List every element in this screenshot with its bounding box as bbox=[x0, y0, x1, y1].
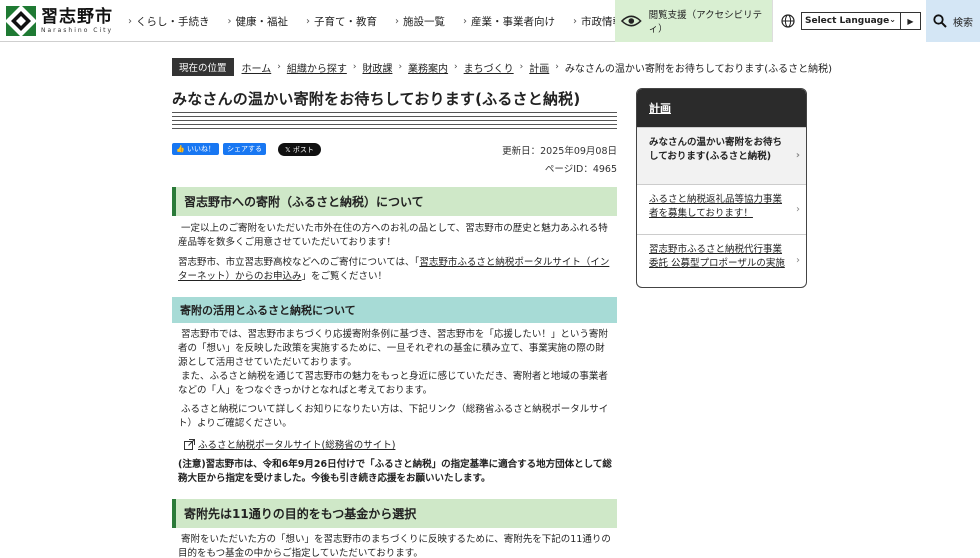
thumbs-up-icon: 👍 bbox=[176, 145, 185, 153]
side-navigation: 計画 みなさんの温かい寄附をお待ちしております(ふるさと納税) › ふるさと納税… bbox=[636, 88, 807, 288]
x-logo-icon: 𝕏 bbox=[284, 145, 291, 154]
paragraph-usage: 習志野市では、習志野市まちづくり応援寄附条例に基づき、習志野市を「応援したい！」… bbox=[178, 329, 608, 368]
side-nav-item-proposal[interactable]: 習志野市ふるさと納税代行事業委託 公募型プロポーザルの実施 › bbox=[637, 234, 806, 287]
external-link-icon bbox=[184, 438, 195, 450]
paragraph-details: ふるさと納税について詳しくお知りになりたい方は、下記リンク（総務省ふるさと納税ポ… bbox=[178, 404, 609, 429]
section-heading-donation: 習志野市への寄附（ふるさと納税）について bbox=[172, 187, 617, 216]
nav-education[interactable]: › 子育て・教育 bbox=[306, 14, 377, 29]
chevron-right-icon: › bbox=[128, 15, 132, 27]
chevron-right-icon: › bbox=[796, 203, 800, 215]
breadcrumb-town[interactable]: まちづくり bbox=[464, 60, 514, 75]
chevron-right-icon: › bbox=[306, 15, 310, 27]
logo-subtext: Narashino City bbox=[41, 26, 114, 34]
page-id: ページID：4965 bbox=[544, 164, 617, 175]
x-post-button[interactable]: 𝕏 ポスト bbox=[277, 143, 321, 156]
search-label: 検索 bbox=[953, 17, 973, 29]
language-select[interactable]: Select Language ⌄ bbox=[801, 12, 901, 30]
notice-paragraph: (注意)習志野市は、令和6年9月26日付けで「ふるさと納税」の指定基準に適合する… bbox=[178, 459, 612, 484]
social-buttons: 👍 いいね！ シェアする 𝕏 ポスト bbox=[172, 143, 321, 156]
breadcrumb-finance[interactable]: 財政課 bbox=[362, 60, 392, 75]
updated-date: 更新日：2025年09月08日 bbox=[502, 146, 617, 157]
chevron-right-icon: › bbox=[573, 15, 577, 27]
chevron-right-icon: › bbox=[519, 62, 524, 72]
chevron-right-icon: › bbox=[795, 150, 800, 161]
nav-health[interactable]: › 健康・福祉 bbox=[228, 14, 289, 29]
chevron-right-icon: › bbox=[398, 62, 403, 72]
nav-life[interactable]: › くらし・手続き bbox=[128, 14, 210, 29]
chevron-right-icon: › bbox=[454, 62, 458, 72]
breadcrumb-organization[interactable]: 組織から探す bbox=[287, 60, 347, 75]
chevron-right-icon: › bbox=[463, 15, 467, 27]
paragraph-connect: また、ふるさと納税を通じて習志野市の魅力をもっと身近に感じていただき、寄附者と地… bbox=[178, 371, 608, 396]
city-emblem-icon bbox=[6, 6, 36, 36]
chevron-right-icon: › bbox=[395, 15, 399, 27]
paragraph-portal: 習志野市、市立習志野高校などへのご寄付については、「習志野市ふるさと納税ポータル… bbox=[178, 257, 610, 282]
breadcrumb-current: みなさんの温かい寄附をお待ちしております(ふるさと納税) bbox=[564, 63, 833, 75]
paragraph-gifts: 一定以上のご寄附をいただいた市外在住の方へのお礼の品として、習志野市の歴史と魅力… bbox=[178, 223, 608, 248]
accessibility-label: 閲覧支援（アクセシビリティ） bbox=[648, 10, 763, 35]
breadcrumb-business[interactable]: 業務案内 bbox=[408, 60, 448, 75]
section-heading-usage: 寄附の活用とふるさと納税について bbox=[172, 297, 617, 323]
search-icon bbox=[933, 14, 947, 28]
language-go-button[interactable]: ▶ bbox=[901, 12, 921, 30]
global-nav: › くらし・手続き › 健康・福祉 › 子育て・教育 › 施設一覧 › 産業・事業者向け … bbox=[128, 0, 641, 42]
chevron-down-icon: ⌄ bbox=[889, 15, 896, 24]
chevron-right-icon: › bbox=[352, 62, 357, 72]
chevron-right-icon: › bbox=[555, 62, 559, 72]
page-meta: 更新日：2025年09月08日 ページID：4965 bbox=[502, 143, 617, 179]
external-link-row: ふるさと納税ポータルサイト(総務省のサイト) bbox=[184, 437, 395, 451]
section-heading-funds: 寄附先は11通りの目的をもつ基金から選択 bbox=[172, 499, 617, 528]
logo-text: 習志野市 bbox=[41, 6, 113, 27]
globe-icon bbox=[781, 14, 795, 28]
search-button[interactable]: 検索 bbox=[926, 0, 980, 42]
nav-business[interactable]: › 産業・事業者向け bbox=[463, 14, 555, 29]
side-nav-heading[interactable]: 計画 bbox=[637, 89, 806, 127]
site-logo[interactable]: 習志野市 Narashino City bbox=[6, 5, 113, 37]
facebook-share-button[interactable]: シェアする bbox=[222, 143, 266, 155]
side-nav-item-furusato[interactable]: みなさんの温かい寄附をお待ちしております(ふるさと納税) › bbox=[637, 127, 806, 184]
play-icon: ▶ bbox=[907, 16, 914, 26]
title-underline bbox=[172, 112, 617, 130]
chevron-right-icon: › bbox=[796, 255, 800, 266]
breadcrumb-plan[interactable]: 計画 bbox=[529, 60, 549, 75]
language-selector: Select Language ⌄ ▶ bbox=[772, 0, 926, 42]
site-header: 習志野市 Narashino City › くらし・手続き › 健康・福祉 › 子育て… bbox=[0, 0, 980, 42]
nav-facilities[interactable]: › 施設一覧 bbox=[395, 14, 445, 29]
breadcrumb-home[interactable]: ホーム bbox=[242, 60, 272, 75]
chevron-right-icon: › bbox=[277, 62, 281, 72]
accessibility-button[interactable]: 閲覧支援（アクセシビリティ） bbox=[615, 0, 772, 42]
eye-icon bbox=[621, 15, 642, 27]
breadcrumb-label: 現在の位置 bbox=[172, 58, 234, 76]
side-nav-item-partners[interactable]: ふるさと納税返礼品等協力事業者を募集しております！ › bbox=[637, 184, 806, 234]
soumu-portal-link[interactable]: ふるさと納税ポータルサイト(総務省のサイト) bbox=[198, 437, 395, 451]
paragraph-funds: 寄附をいただいた方の「想い」を習志野市のまちづくりに反映するために、寄附先を下記… bbox=[178, 534, 611, 558]
breadcrumb: 現在の位置 ホーム › 組織から探す › 財政課 › 業務案内 › まちづくり › 計画 ›… bbox=[172, 58, 833, 76]
chevron-right-icon: › bbox=[227, 15, 232, 27]
page-title: みなさんの温かい寄附をお待ちしております(ふるさと納税) bbox=[172, 90, 581, 108]
facebook-like-button[interactable]: 👍 いいね！ bbox=[172, 143, 219, 155]
